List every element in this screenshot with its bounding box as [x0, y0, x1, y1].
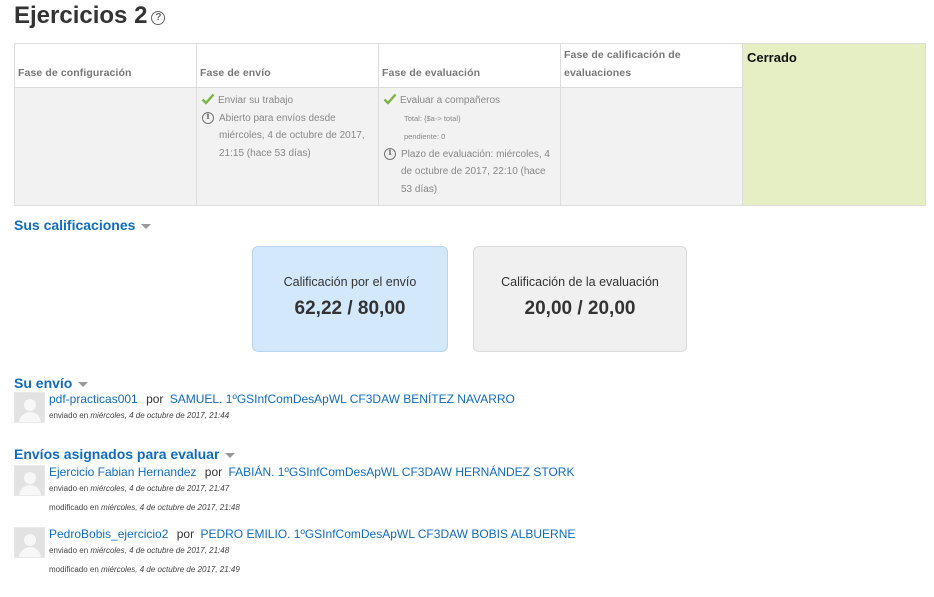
info-text: Abierto para envíos desde miércoles, 4 d…	[219, 112, 365, 159]
submission-sent: enviado en miércoles, 4 de octubre de 20…	[49, 546, 575, 555]
submission-item: pdf-practicas001 por SAMUEL. 1ºGSInfComD…	[14, 392, 515, 423]
collapse-caret-icon	[225, 452, 236, 458]
submission-title-line: PedroBobis_ejercicio2 por PEDRO EMILIO. …	[49, 527, 575, 541]
phase-assessment: Fase de evaluación Evaluar a compañeros …	[379, 44, 561, 205]
info-icon: i	[384, 147, 396, 160]
task-assess: Evaluar a compañeros	[383, 92, 556, 110]
sent-date: miércoles, 4 de octubre de 2017, 21:47	[90, 484, 230, 493]
modified-date: miércoles, 4 de octubre de 2017, 21:49	[101, 565, 240, 574]
sent-label: enviado en	[49, 546, 89, 555]
modified-label: modificado en	[49, 565, 99, 574]
assigned-heading[interactable]: Envíos asignados para evaluar	[14, 446, 236, 462]
assigned-item: Ejercicio Fabian Hernandez por FABIÁN. 1…	[14, 465, 574, 512]
submission-modified: modificado en miércoles, 4 de octubre de…	[49, 503, 574, 512]
by-label: por	[204, 465, 223, 479]
task-submit: Enviar su trabajo	[201, 92, 374, 110]
assigned-item: PedroBobis_ejercicio2 por PEDRO EMILIO. …	[14, 527, 575, 574]
sent-label: enviado en	[49, 484, 89, 493]
by-label: por	[146, 392, 164, 406]
phase-title: Fase de envío	[197, 44, 378, 87]
submission-modified: modificado en miércoles, 4 de octubre de…	[49, 565, 575, 574]
workshop-phases-table: Fase de configuración Fase de envío Envi…	[14, 43, 926, 206]
assigned-heading-text: Envíos asignados para evaluar	[14, 446, 220, 462]
by-label: por	[176, 527, 195, 541]
avatar[interactable]	[14, 527, 45, 558]
submission-link[interactable]: pdf-practicas001	[49, 392, 138, 406]
sent-date: miércoles, 4 de octubre de 2017, 21:48	[90, 546, 230, 555]
sent-date: miércoles, 4 de octubre de 2017, 21:44	[90, 411, 230, 420]
modified-label: modificado en	[49, 503, 99, 512]
phase-submission: Fase de envío Enviar su trabajo i Abiert…	[197, 44, 379, 205]
submission-grade-label: Calificación por el envío	[283, 275, 417, 289]
task-info: i Plazo de evaluación: miércoles, 4 de o…	[383, 146, 556, 199]
own-submission-heading[interactable]: Su envío	[14, 375, 89, 391]
assessment-grade-box: Calificación de la evaluación 20,00 / 20…	[473, 246, 687, 352]
info-icon: i	[202, 111, 214, 124]
avatar[interactable]	[14, 392, 45, 423]
collapse-caret-icon	[141, 223, 152, 229]
grades-heading[interactable]: Sus calificaciones	[14, 217, 152, 233]
phase-closed: Cerrado	[743, 44, 925, 205]
phase-title: Fase de calificación de evaluaciones	[561, 44, 742, 87]
submission-sent: enviado en miércoles, 4 de octubre de 20…	[49, 484, 574, 493]
submission-sent: enviado en miércoles, 4 de octubre de 20…	[49, 411, 515, 420]
assess-total: Total: {$a-> total}	[404, 113, 461, 123]
page-title-text: Ejercicios 2	[14, 2, 148, 29]
info-text: Plazo de evaluación: miércoles, 4 de oct…	[401, 148, 550, 195]
task-label: Enviar su trabajo	[218, 95, 294, 106]
collapse-caret-icon	[78, 381, 89, 387]
task-info: i Abierto para envíos desde miércoles, 4…	[201, 110, 374, 163]
grades-heading-text: Sus calificaciones	[14, 217, 136, 233]
task-label: Evaluar a compañeros	[400, 95, 501, 106]
phase-title-closed: Cerrado	[747, 50, 797, 65]
author-link[interactable]: SAMUEL. 1ºGSInfComDesApWL CF3DAW BENÍTEZ…	[170, 392, 515, 406]
phase-body: Evaluar a compañeros Total: {$a-> total}…	[379, 87, 560, 205]
check-icon	[201, 93, 215, 105]
submission-link[interactable]: Ejercicio Fabian Hernandez	[49, 465, 196, 479]
submission-grade-value: 62,22 / 80,00	[294, 298, 406, 319]
avatar[interactable]	[14, 465, 45, 496]
author-link[interactable]: PEDRO EMILIO. 1ºGSInfComDesApWL CF3DAW B…	[200, 527, 575, 541]
submission-title-line: pdf-practicas001 por SAMUEL. 1ºGSInfComD…	[49, 392, 515, 406]
check-icon	[383, 93, 397, 105]
assess-pending: pendiente: 0	[404, 131, 446, 141]
page-title: Ejercicios 2 ?	[14, 2, 166, 30]
phase-title: Fase de evaluación	[379, 44, 560, 87]
phase-evaluation: Fase de calificación de evaluaciones	[561, 44, 743, 205]
phase-setup: Fase de configuración	[15, 44, 197, 205]
author-link[interactable]: FABIÁN. 1ºGSInfComDesApWL CF3DAW HERNÁND…	[228, 465, 574, 479]
assessment-grade-value: 20,00 / 20,00	[524, 298, 636, 319]
submission-link[interactable]: PedroBobis_ejercicio2	[49, 527, 168, 541]
phase-body: Enviar su trabajo i Abierto para envíos …	[197, 87, 378, 205]
own-submission-heading-text: Su envío	[14, 375, 73, 391]
modified-date: miércoles, 4 de octubre de 2017, 21:48	[101, 503, 240, 512]
phase-title: Fase de configuración	[15, 44, 196, 87]
phase-body	[561, 87, 742, 205]
help-icon[interactable]: ?	[151, 11, 166, 25]
phase-body	[15, 87, 196, 205]
sent-label: enviado en	[49, 411, 89, 420]
assessment-grade-label: Calificación de la evaluación	[501, 275, 659, 289]
submission-title-line: Ejercicio Fabian Hernandez por FABIÁN. 1…	[49, 465, 574, 479]
submission-grade-box: Calificación por el envío 62,22 / 80,00	[252, 246, 448, 352]
